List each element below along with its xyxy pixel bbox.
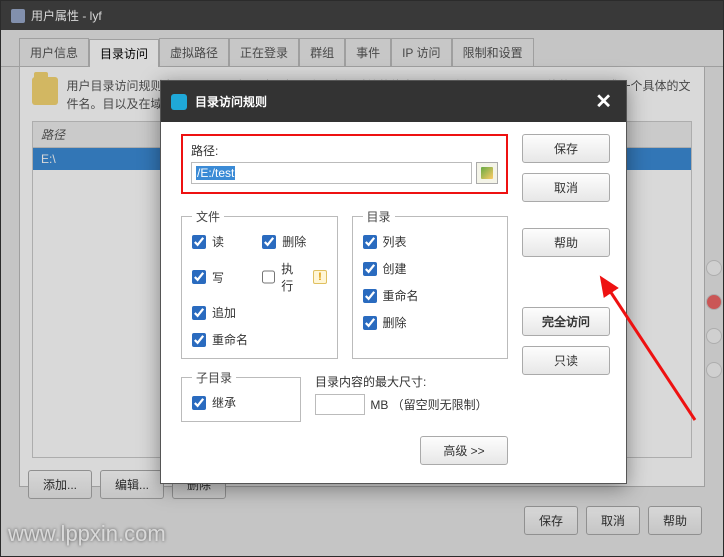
pencil-icon — [481, 167, 493, 179]
readonly-button[interactable]: 只读 — [522, 346, 610, 375]
file-read-checkbox[interactable]: 读 — [192, 233, 256, 250]
path-input[interactable]: /E:/test — [191, 162, 472, 184]
file-perms-fieldset: 文件 读 删除 写 执行! 追加 重命名 — [181, 208, 338, 359]
dir-list-checkbox[interactable]: 列表 — [363, 233, 498, 250]
full-access-button[interactable]: 完全访问 — [522, 307, 610, 336]
subdir-inherit-checkbox[interactable]: 继承 — [192, 394, 290, 411]
path-label: 路径: — [191, 142, 498, 159]
shield-icon — [171, 94, 187, 110]
dir-rename-checkbox[interactable]: 重命名 — [363, 287, 498, 304]
file-write-checkbox[interactable]: 写 — [192, 260, 256, 294]
close-icon[interactable]: ✕ — [591, 89, 616, 114]
max-size-unit: MB （留空则无限制） — [370, 398, 487, 412]
subdir-fieldset: 子目录 继承 — [181, 369, 301, 422]
path-section: 路径: /E:/test — [181, 134, 508, 194]
file-execute-checkbox[interactable]: 执行! — [262, 260, 326, 294]
dir-access-rule-dialog: 目录访问规则 ✕ 路径: /E:/test 文件 读 删除 写 执 — [160, 80, 627, 484]
modal-titlebar: 目录访问规则 ✕ — [161, 81, 626, 122]
modal-title: 目录访问规则 — [195, 93, 267, 110]
file-append-checkbox[interactable]: 追加 — [192, 304, 256, 321]
file-delete-checkbox[interactable]: 删除 — [262, 233, 326, 250]
dir-delete-checkbox[interactable]: 删除 — [363, 314, 498, 331]
max-size-section: 目录内容的最大尺寸: MB （留空则无限制） — [315, 369, 508, 432]
subdir-legend: 子目录 — [192, 369, 236, 386]
modal-save-button[interactable]: 保存 — [522, 134, 610, 163]
dir-legend: 目录 — [363, 208, 395, 225]
modal-help-button[interactable]: 帮助 — [522, 228, 610, 257]
advanced-button[interactable]: 高级 >> — [420, 436, 508, 465]
file-rename-checkbox[interactable]: 重命名 — [192, 331, 256, 348]
browse-button[interactable] — [476, 162, 498, 184]
warning-icon: ! — [313, 270, 326, 284]
dir-create-checkbox[interactable]: 创建 — [363, 260, 498, 277]
file-legend: 文件 — [192, 208, 224, 225]
modal-cancel-button[interactable]: 取消 — [522, 173, 610, 202]
max-size-input[interactable] — [315, 394, 365, 415]
max-size-label: 目录内容的最大尺寸: — [315, 373, 508, 390]
dir-perms-fieldset: 目录 列表 创建 重命名 删除 — [352, 208, 509, 359]
